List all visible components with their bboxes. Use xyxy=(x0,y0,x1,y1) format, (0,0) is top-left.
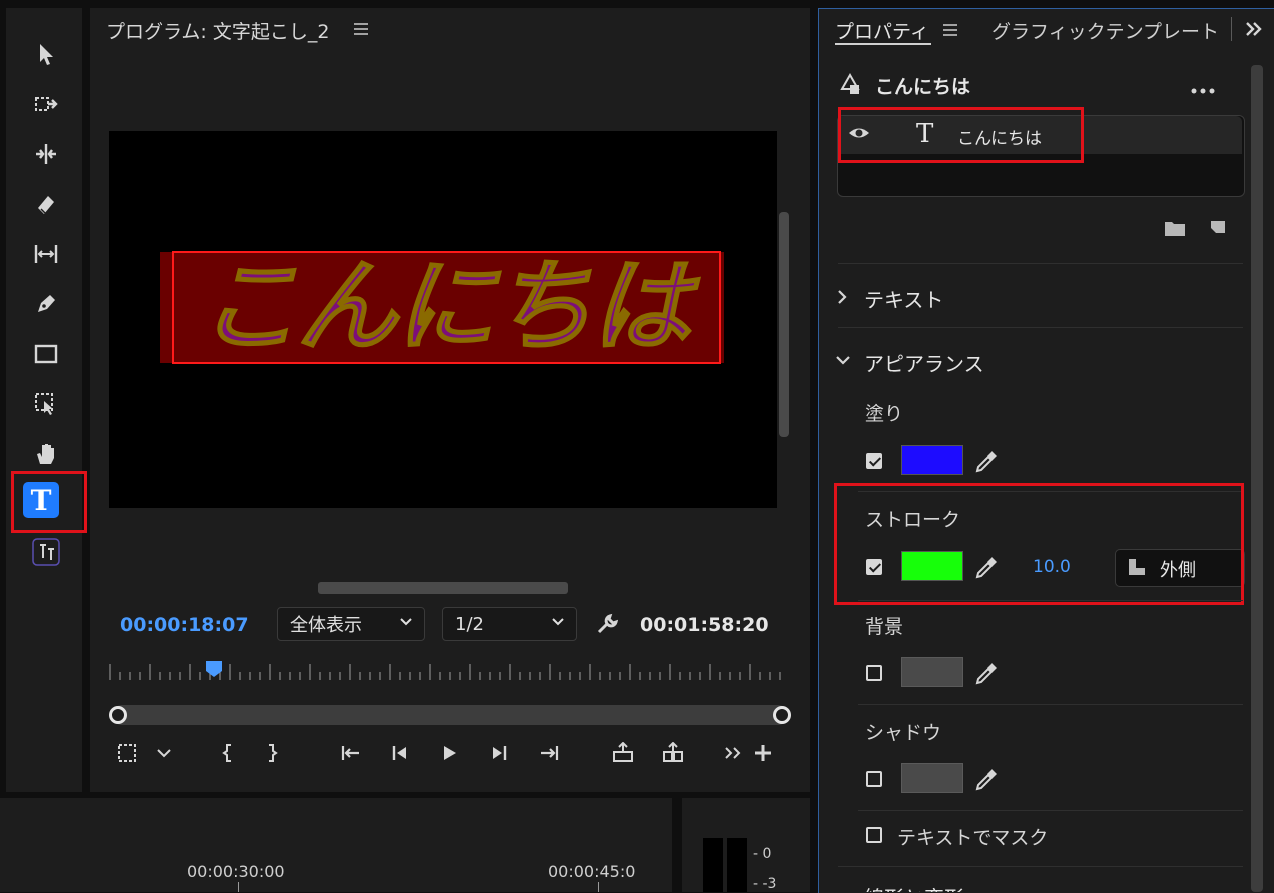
zoom-select[interactable]: 全体表示 xyxy=(277,607,425,641)
tab-properties-underline xyxy=(835,43,931,45)
background-label: 背景 xyxy=(865,616,904,638)
play-icon[interactable] xyxy=(436,740,462,766)
divider xyxy=(858,810,1243,811)
current-timecode[interactable]: 00:00:18:07 xyxy=(120,614,249,636)
divider xyxy=(838,263,1243,264)
hamburger-menu-icon[interactable] xyxy=(943,22,957,36)
go-to-in-icon[interactable] xyxy=(338,740,364,766)
audio-meter-zero: - 0 xyxy=(753,846,772,862)
panel-overflow-icon[interactable] xyxy=(1244,20,1264,38)
eyedropper-icon[interactable] xyxy=(973,449,999,475)
text-selection-box xyxy=(172,251,721,364)
audio-meter-left xyxy=(703,838,723,892)
slip-icon[interactable] xyxy=(26,236,66,272)
playhead[interactable] xyxy=(205,660,223,678)
pen-icon[interactable] xyxy=(26,286,66,322)
tab-separator xyxy=(1231,17,1232,41)
zoom-scroll-bar[interactable] xyxy=(112,705,788,725)
lift-icon[interactable] xyxy=(610,740,636,766)
shadow-checkbox[interactable] xyxy=(866,771,882,787)
mask-checkbox[interactable] xyxy=(866,827,882,843)
tab-graphic-templates[interactable]: グラフィックテンプレート xyxy=(992,17,1219,44)
chevron-down-icon[interactable] xyxy=(151,740,177,766)
resolution-select-value: 1/2 xyxy=(455,613,484,635)
zoom-select-value: 全体表示 xyxy=(290,615,362,636)
add-button-icon[interactable] xyxy=(750,740,776,766)
tab-properties[interactable]: プロパティ xyxy=(835,17,929,44)
duration-timecode: 00:01:58:20 xyxy=(640,614,769,636)
layer-highlight xyxy=(838,107,1084,163)
timeline-ruler-label-b: 00:00:45:0 xyxy=(548,862,636,881)
divider xyxy=(838,327,1243,328)
fill-checkbox[interactable] xyxy=(866,453,882,469)
next-section-partial: 線形と変形 xyxy=(864,880,964,892)
program-monitor-title: プログラム: 文字起こし_2 xyxy=(106,21,330,43)
video-frame[interactable]: こんにちは xyxy=(109,131,777,508)
fill-label: 塗り xyxy=(865,403,904,425)
hamburger-menu-icon[interactable] xyxy=(354,21,368,35)
section-text[interactable]: テキスト xyxy=(864,284,943,313)
eyedropper-icon[interactable] xyxy=(973,767,999,793)
vertical-type-icon[interactable] xyxy=(26,534,66,570)
layer-group-name: こんにちは xyxy=(875,76,971,98)
mark-in-icon[interactable] xyxy=(215,740,241,766)
hand-icon[interactable] xyxy=(26,436,66,472)
safe-margins-icon[interactable] xyxy=(114,740,140,766)
track-select-forward-icon[interactable] xyxy=(26,86,66,122)
new-group-icon[interactable] xyxy=(1164,219,1186,237)
razor-icon[interactable] xyxy=(26,186,66,222)
resolution-select[interactable]: 1/2 xyxy=(442,607,577,641)
shadow-label: シャドウ xyxy=(865,722,942,744)
graphic-group-icon xyxy=(838,71,864,97)
shadow-color-swatch[interactable] xyxy=(901,763,963,793)
chevron-right-icon[interactable] xyxy=(835,288,849,306)
stroke-highlight xyxy=(834,483,1244,605)
chevron-down-icon xyxy=(400,618,412,626)
go-to-out-icon[interactable] xyxy=(536,740,562,766)
mask-label[interactable]: テキストでマスク xyxy=(897,823,1048,850)
audio-meter-minus3: - -3 xyxy=(753,876,777,892)
extract-icon[interactable] xyxy=(660,740,686,766)
new-layer-icon[interactable] xyxy=(1208,217,1228,237)
background-color-swatch[interactable] xyxy=(901,657,963,687)
timeline-ruler-tick-b xyxy=(598,882,599,892)
section-appearance[interactable]: アピアランス xyxy=(864,348,984,377)
monitor-vertical-scrollbar[interactable] xyxy=(779,212,789,437)
divider xyxy=(858,704,1243,705)
mark-out-icon[interactable] xyxy=(259,740,285,766)
rectangle-icon[interactable] xyxy=(26,336,66,372)
transform-icon[interactable] xyxy=(26,386,66,422)
timeline-ruler-label-a: 00:00:30:00 xyxy=(187,862,285,881)
chevron-down-icon xyxy=(552,618,564,626)
background-checkbox[interactable] xyxy=(866,665,882,681)
divider xyxy=(838,866,1243,867)
selection-tool-icon[interactable] xyxy=(26,36,66,72)
wrench-icon[interactable] xyxy=(596,612,620,636)
audio-meter-right xyxy=(727,838,747,892)
more-options-icon[interactable] xyxy=(1190,80,1218,94)
step-back-icon[interactable] xyxy=(387,740,413,766)
chevron-down-icon[interactable] xyxy=(834,352,852,366)
timeline-ruler-tick-a xyxy=(238,882,239,892)
divider xyxy=(858,600,1243,601)
properties-scrollbar[interactable] xyxy=(1251,65,1263,892)
zoom-handle-right[interactable] xyxy=(773,706,791,724)
eyedropper-icon[interactable] xyxy=(973,661,999,687)
type-tool-highlight xyxy=(11,471,87,533)
monitor-horizontal-scrollbar[interactable] xyxy=(318,582,568,594)
ripple-edit-icon[interactable] xyxy=(26,136,66,172)
step-forward-icon[interactable] xyxy=(486,740,512,766)
more-controls-icon[interactable] xyxy=(720,740,746,766)
zoom-handle-left[interactable] xyxy=(109,706,127,724)
fill-color-swatch[interactable] xyxy=(901,445,963,475)
